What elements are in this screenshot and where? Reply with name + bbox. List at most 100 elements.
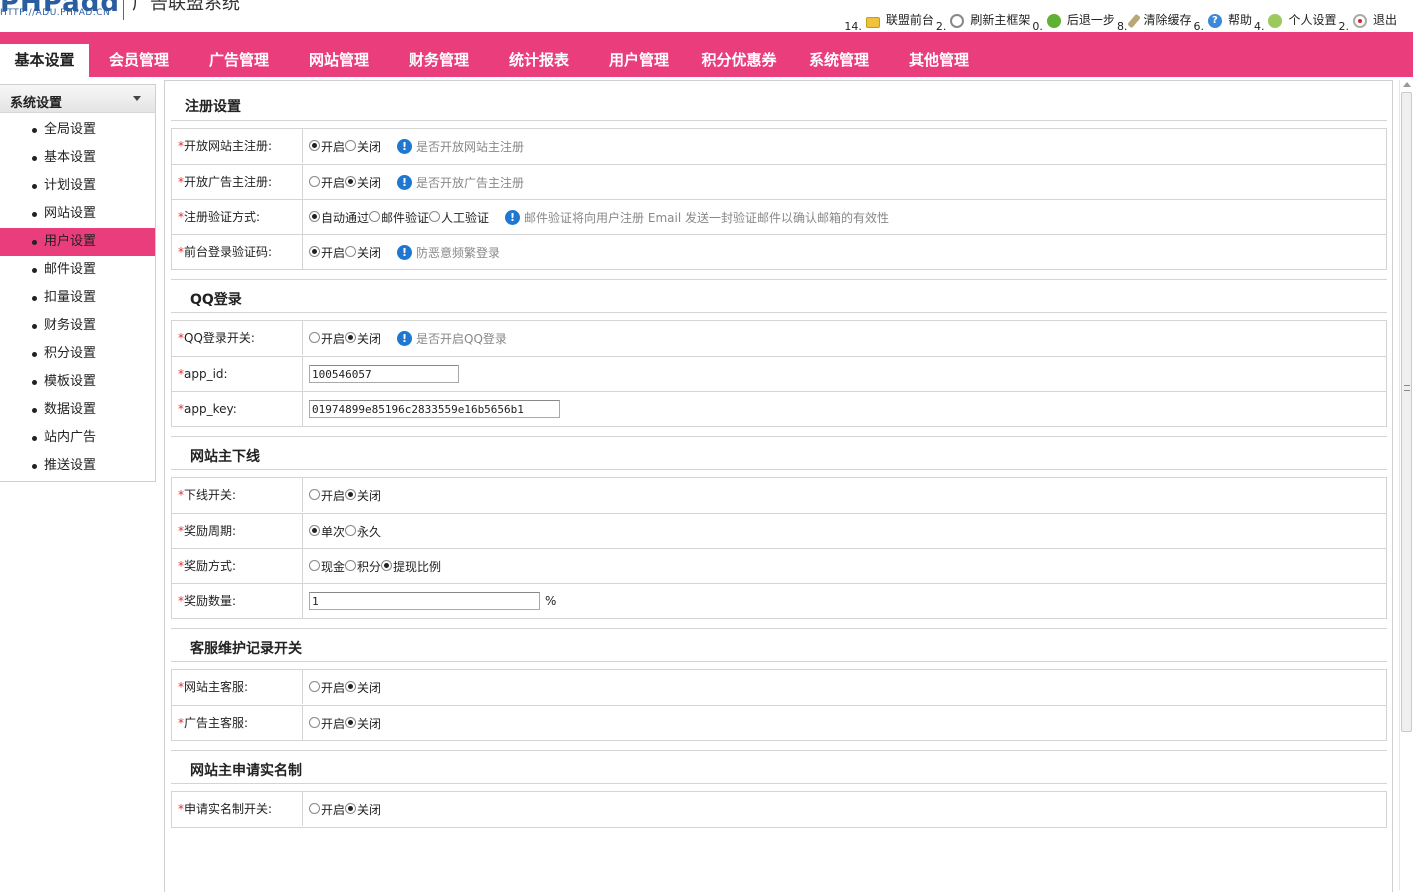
- radio-option[interactable]: 开启: [309, 487, 345, 504]
- sidebar-item[interactable]: 数据设置: [0, 396, 155, 424]
- chevron-down-icon[interactable]: [133, 96, 141, 101]
- text-input[interactable]: [309, 365, 459, 383]
- setting-label: *app_key:: [172, 392, 303, 426]
- radio-option[interactable]: 开启: [309, 330, 345, 347]
- radio-label: 开启: [321, 331, 346, 346]
- radio-option[interactable]: 单次: [309, 523, 345, 540]
- nav-tab-8[interactable]: 积分优惠券: [690, 44, 788, 77]
- radio-option[interactable]: 开启: [309, 801, 345, 818]
- radio-label: 开启: [321, 245, 346, 260]
- radio-button[interactable]: [345, 680, 357, 692]
- nav-tab-4[interactable]: 网站管理: [290, 44, 388, 77]
- setting-label: *申请实名制开关:: [172, 792, 303, 826]
- radio-option[interactable]: 现金: [309, 558, 345, 575]
- scrollbar[interactable]: [1399, 80, 1413, 890]
- sidebar-item[interactable]: 网站设置: [0, 200, 155, 228]
- top-link-2[interactable]: 2. 刷新主框架: [936, 13, 1033, 33]
- radio-option[interactable]: 开启: [309, 715, 345, 732]
- nav-tab-2[interactable]: 会员管理: [90, 44, 188, 77]
- radio-button[interactable]: [309, 331, 320, 343]
- hint: ! 是否开启QQ登录: [397, 330, 507, 347]
- sidebar-item[interactable]: 财务设置: [0, 312, 155, 340]
- radio-button[interactable]: [345, 716, 357, 728]
- sidebar-item[interactable]: 用户设置: [0, 228, 155, 256]
- sidebar-item[interactable]: 模板设置: [0, 368, 155, 396]
- radio-option[interactable]: 开启: [309, 679, 345, 696]
- radio-button[interactable]: [345, 245, 357, 257]
- text-input[interactable]: [309, 592, 540, 610]
- sidebar-item[interactable]: 扣量设置: [0, 284, 155, 312]
- radio-button[interactable]: [345, 488, 357, 500]
- radio-option[interactable]: 开启: [309, 244, 345, 261]
- radio-option[interactable]: 关闭: [345, 715, 381, 732]
- radio-button[interactable]: [369, 210, 381, 222]
- radio-option[interactable]: 关闭: [345, 244, 381, 261]
- hint: ! 是否开放广告主注册: [397, 174, 524, 191]
- text-input[interactable]: [309, 400, 560, 418]
- nav-tab-3[interactable]: 广告管理: [190, 44, 288, 77]
- top-link-3[interactable]: 0. 后退一步: [1032, 13, 1117, 33]
- radio-button[interactable]: [309, 559, 320, 571]
- radio-button[interactable]: [381, 559, 393, 571]
- radio-option[interactable]: 关闭: [345, 801, 381, 818]
- setting-row: *QQ登录开关: 开启 关闭! 是否开启QQ登录: [172, 321, 1386, 356]
- sidebar-item[interactable]: 推送设置: [0, 452, 155, 480]
- radio-option[interactable]: 提现比例: [381, 558, 441, 575]
- nav-tab-6[interactable]: 统计报表: [490, 44, 588, 77]
- top-link-label: 退出: [1372, 13, 1397, 27]
- radio-button[interactable]: [345, 331, 357, 343]
- radio-option[interactable]: 关闭: [345, 174, 381, 191]
- radio-button[interactable]: [309, 680, 320, 692]
- radio-button[interactable]: [309, 245, 320, 257]
- top-link-7[interactable]: 2. 退出: [1338, 13, 1399, 33]
- hint-text: 防恶意频繁登录: [416, 245, 501, 260]
- radio-button[interactable]: [309, 175, 320, 187]
- sidebar-item[interactable]: 计划设置: [0, 172, 155, 200]
- radio-option[interactable]: 关闭: [345, 487, 381, 504]
- sidebar-item[interactable]: 基本设置: [0, 144, 155, 172]
- setting-label-text: 下线开关:: [184, 488, 237, 502]
- radio-button[interactable]: [309, 524, 320, 536]
- radio-option[interactable]: 自动通过: [309, 209, 369, 226]
- sidebar-item[interactable]: 邮件设置: [0, 256, 155, 284]
- radio-option[interactable]: 关闭: [345, 138, 381, 155]
- sidebar-header[interactable]: 系统设置: [0, 85, 155, 113]
- radio-button[interactable]: [309, 802, 320, 814]
- nav-tab-5[interactable]: 财务管理: [390, 44, 488, 77]
- nav-tab-7[interactable]: 用户管理: [590, 44, 688, 77]
- sidebar-item[interactable]: 站内广告: [0, 424, 155, 452]
- radio-option[interactable]: 永久: [345, 523, 381, 540]
- radio-option[interactable]: 开启: [309, 174, 345, 191]
- radio-button[interactable]: [345, 175, 357, 187]
- radio-option[interactable]: 关闭: [345, 679, 381, 696]
- radio-option[interactable]: 关闭: [345, 330, 381, 347]
- radio-option[interactable]: 开启: [309, 138, 345, 155]
- nav-tab-10[interactable]: 其他管理: [890, 44, 988, 77]
- radio-button[interactable]: [309, 139, 320, 151]
- radio-option[interactable]: 人工验证: [429, 209, 489, 226]
- setting-value: 开启 关闭 ! 是否开放广告主注册: [309, 165, 524, 199]
- radio-button[interactable]: [345, 524, 357, 536]
- radio-button[interactable]: [309, 716, 320, 728]
- hint: ! 是否开放网站主注册: [397, 138, 524, 155]
- radio-option[interactable]: 邮件验证: [369, 209, 429, 226]
- radio-button[interactable]: [309, 210, 320, 222]
- sidebar-item[interactable]: 积分设置: [0, 340, 155, 368]
- top-link-1[interactable]: 14. 联盟前台: [844, 13, 936, 33]
- nav-tab-1[interactable]: 基本设置: [0, 44, 89, 77]
- radio-button[interactable]: [345, 559, 357, 571]
- info-icon: !: [397, 330, 413, 346]
- top-link-6[interactable]: 4. 个人设置: [1254, 13, 1339, 33]
- radio-option[interactable]: 积分: [345, 558, 381, 575]
- top-link-4[interactable]: 8. 清除缓存: [1117, 13, 1194, 33]
- scroll-thumb[interactable]: [1401, 92, 1412, 732]
- radio-button[interactable]: [309, 488, 320, 500]
- radio-button[interactable]: [345, 139, 357, 151]
- radio-button[interactable]: [429, 210, 441, 222]
- nav-tab-9[interactable]: 系统管理: [790, 44, 888, 77]
- radio-button[interactable]: [345, 802, 357, 814]
- top-link-5[interactable]: 6.? 帮助: [1193, 13, 1254, 33]
- scroll-up-arrow[interactable]: [1403, 82, 1411, 87]
- sidebar-item[interactable]: 全局设置: [0, 116, 155, 144]
- exit-icon: [1352, 14, 1367, 28]
